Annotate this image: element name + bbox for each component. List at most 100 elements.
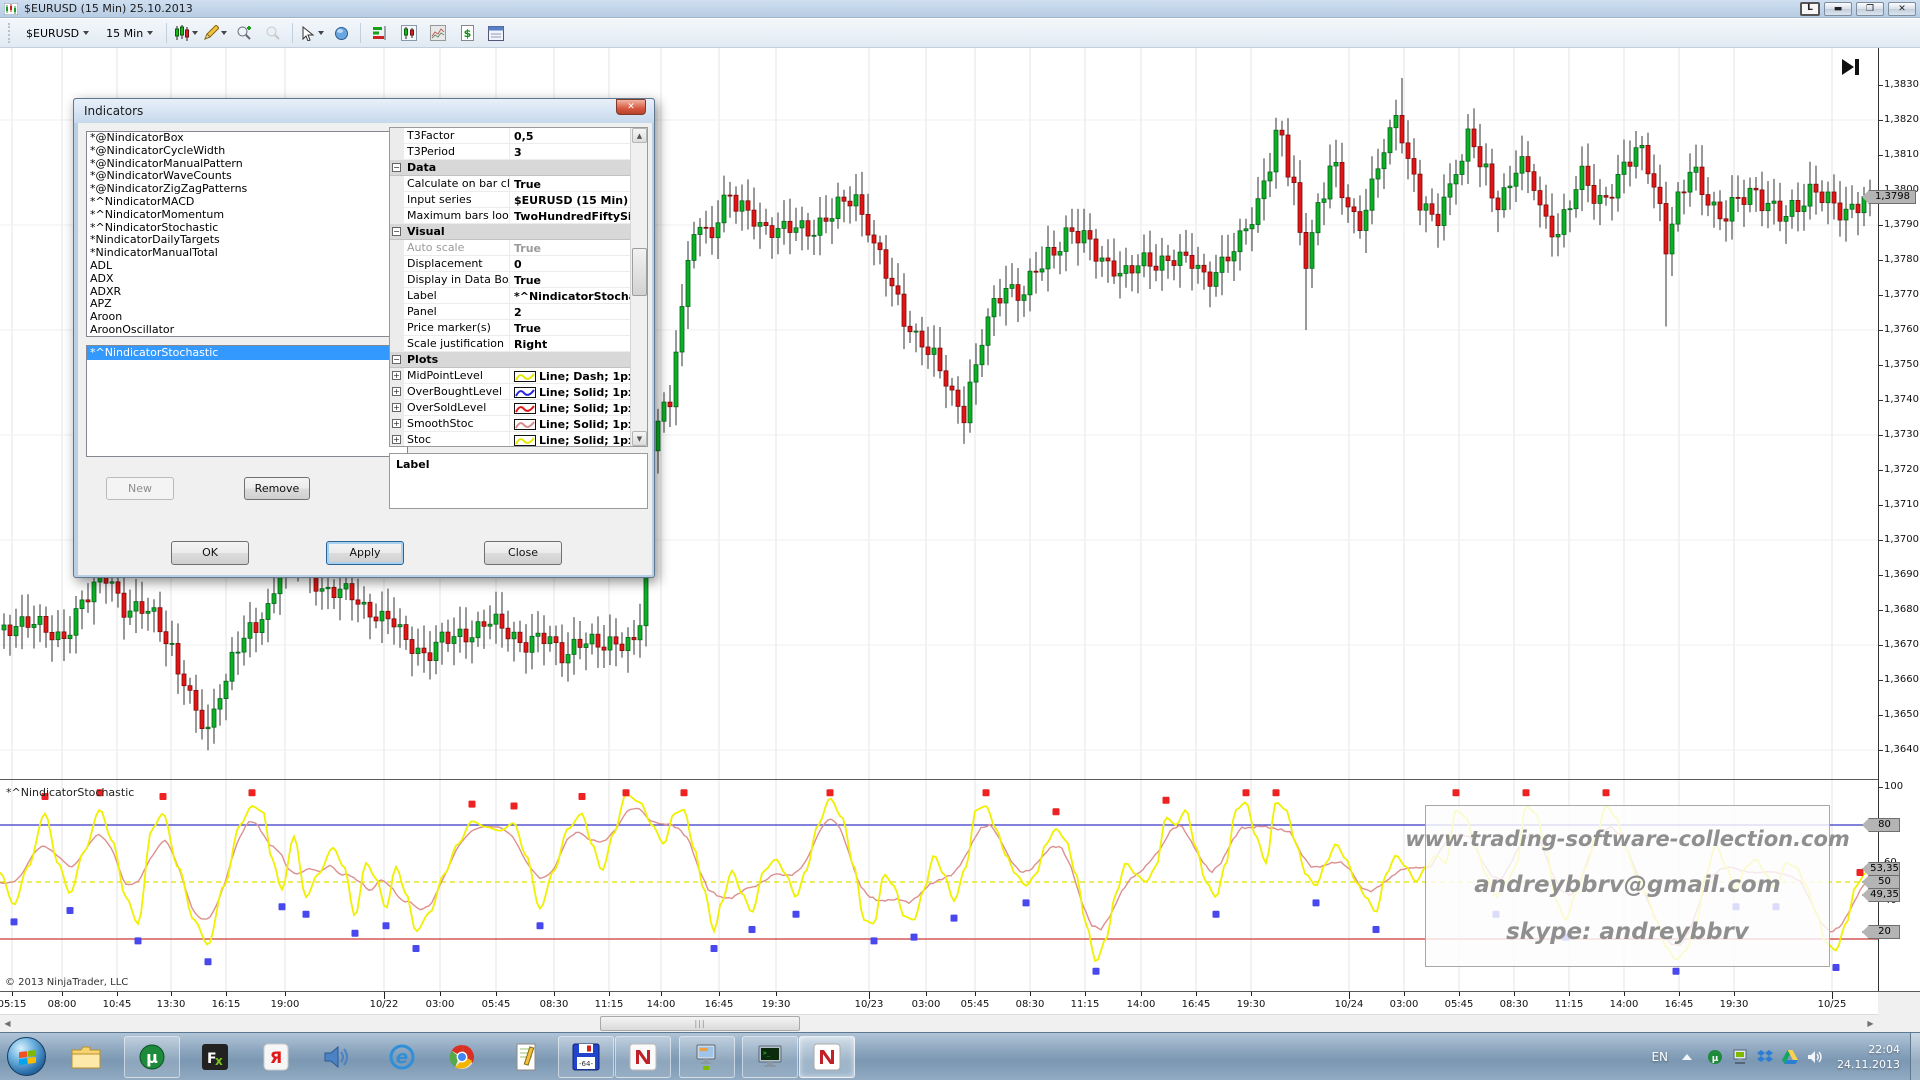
property-value[interactable]: True: [510, 320, 647, 335]
restore-button[interactable]: ❐: [1856, 2, 1884, 16]
minimize-button[interactable]: ▬: [1824, 2, 1852, 16]
selected-indicator-item[interactable]: *^NindicatorStochastic: [87, 346, 407, 360]
available-indicator-item[interactable]: APZ: [87, 298, 390, 311]
property-row[interactable]: Maximum bars look backTwoHundredFiftySix: [390, 208, 647, 224]
taskbar-save-app[interactable]: -64-: [558, 1036, 614, 1078]
apply-button[interactable]: Apply: [326, 541, 404, 565]
zoom-in-button[interactable]: [231, 21, 257, 45]
region-chart-button[interactable]: [425, 21, 451, 45]
taskbar-utorrent[interactable]: µ: [124, 1036, 180, 1078]
data-box-button[interactable]: [483, 21, 509, 45]
property-row[interactable]: −Visual: [390, 224, 647, 240]
scroll-left-arrow[interactable]: ◀: [0, 1017, 15, 1031]
instrument-dropdown[interactable]: $EURUSD: [19, 23, 96, 44]
scrollbar-thumb[interactable]: [632, 248, 647, 296]
taskbar-fxl[interactable]: Fx: [187, 1036, 243, 1078]
grid-scrollbar[interactable]: ▲ ▼: [630, 128, 647, 446]
utorrent-tray-icon[interactable]: µ: [1706, 1048, 1724, 1066]
chart-style-button[interactable]: [173, 21, 199, 45]
toolbar-grip[interactable]: [8, 23, 12, 43]
price-axis[interactable]: 1,38301,38201,38101,38001,37901,37801,37…: [1878, 48, 1920, 991]
show-hidden-icons[interactable]: [1682, 1054, 1692, 1060]
taskbar-chrome[interactable]: [434, 1036, 490, 1078]
property-row[interactable]: Calculate on bar closeTrue: [390, 176, 647, 192]
market-depth-button[interactable]: [367, 21, 393, 45]
show-desktop-button[interactable]: [1910, 1033, 1920, 1080]
property-value[interactable]: 0,5: [510, 128, 647, 143]
interval-dropdown[interactable]: 15 Min: [99, 23, 160, 44]
available-indicator-item[interactable]: *@NindicatorCycleWidth: [87, 145, 390, 158]
property-value[interactable]: True: [510, 240, 647, 255]
language-indicator[interactable]: EN: [1651, 1050, 1668, 1064]
property-value[interactable]: 3: [510, 144, 647, 159]
collapse-icon[interactable]: −: [392, 163, 401, 172]
available-indicator-item[interactable]: *@NindicatorBox: [87, 132, 390, 145]
selected-indicators-list[interactable]: *^NindicatorStochastic: [86, 345, 408, 457]
global-crosshair-button[interactable]: [328, 21, 354, 45]
dialog-close-button[interactable]: ✕: [616, 99, 646, 115]
property-row[interactable]: Scale justificationRight: [390, 336, 647, 352]
start-button[interactable]: [7, 1037, 46, 1076]
property-value[interactable]: True: [510, 176, 647, 191]
collapse-icon[interactable]: −: [392, 355, 401, 364]
property-row[interactable]: +MidPointLevelLine; Dash; 1px: [390, 368, 647, 384]
google-drive-tray-icon[interactable]: [1781, 1048, 1799, 1066]
close-button[interactable]: Close: [484, 541, 562, 565]
horizontal-scrollbar[interactable]: ◀ ▶: [0, 1014, 1878, 1032]
fundamental-data-button[interactable]: $: [454, 21, 480, 45]
expand-icon[interactable]: +: [392, 387, 401, 396]
property-value[interactable]: Line; Solid; 1px: [510, 416, 647, 431]
scroll-up-arrow[interactable]: ▲: [632, 128, 647, 143]
property-value[interactable]: 0: [510, 256, 647, 271]
available-indicators-list[interactable]: *@NindicatorBox*@NindicatorCycleWidth*@N…: [86, 131, 408, 337]
indicator-properties-grid[interactable]: T3Factor0,5T3Period3−DataCalculate on ba…: [389, 127, 648, 447]
property-value[interactable]: $EURUSD (15 Min): [510, 192, 647, 207]
expand-icon[interactable]: +: [392, 371, 401, 380]
ok-button[interactable]: OK: [171, 541, 249, 565]
new-button[interactable]: New: [106, 477, 174, 500]
property-row[interactable]: T3Period3: [390, 144, 647, 160]
expand-icon[interactable]: +: [392, 419, 401, 428]
property-value[interactable]: True: [510, 272, 647, 287]
close-button[interactable]: ✕: [1888, 2, 1916, 16]
expand-icon[interactable]: +: [392, 435, 401, 444]
property-value[interactable]: Line; Solid; 1px: [510, 432, 647, 447]
taskbar-yandex[interactable]: Я: [248, 1036, 304, 1078]
available-indicator-item[interactable]: *NindicatorManualTotal: [87, 247, 390, 260]
chart-trader-button[interactable]: [396, 21, 422, 45]
dropbox-tray-icon[interactable]: [1756, 1048, 1774, 1066]
taskbar-ie[interactable]: e: [374, 1036, 430, 1078]
scroll-down-arrow[interactable]: ▼: [632, 431, 647, 446]
property-value[interactable]: Line; Solid; 1px: [510, 384, 647, 399]
property-row[interactable]: Display in Data BoxTrue: [390, 272, 647, 288]
property-row[interactable]: −Plots: [390, 352, 647, 368]
taskbar-terminal[interactable]: >_: [742, 1036, 798, 1078]
available-indicator-item[interactable]: AroonOscillator: [87, 324, 390, 337]
cursor-mode-button[interactable]: [299, 21, 325, 45]
jump-to-latest-icon[interactable]: [1840, 58, 1862, 76]
volume-tray-icon[interactable]: [1806, 1048, 1824, 1066]
indicators-dialog[interactable]: Indicators ✕ *@NindicatorBox*@Nindicator…: [73, 98, 655, 578]
property-row[interactable]: +SmoothStocLine; Solid; 1px: [390, 416, 647, 432]
taskbar-ninjatrader-active[interactable]: [799, 1036, 855, 1078]
property-row[interactable]: Label*^NindicatorStochastic: [390, 288, 647, 304]
link-window-button[interactable]: L: [1800, 2, 1820, 16]
property-row[interactable]: T3Factor0,5: [390, 128, 647, 144]
property-row[interactable]: Displacement0: [390, 256, 647, 272]
time-axis[interactable]: 05:1508:0010:4513:3016:1519:0010/2203:00…: [0, 992, 1878, 1014]
property-row[interactable]: Input series$EURUSD (15 Min): [390, 192, 647, 208]
collapse-icon[interactable]: −: [392, 227, 401, 236]
property-row[interactable]: Auto scaleTrue: [390, 240, 647, 256]
property-row[interactable]: +StocLine; Solid; 1px: [390, 432, 647, 447]
expand-icon[interactable]: +: [392, 403, 401, 412]
taskbar-ninjatrader[interactable]: [615, 1036, 671, 1078]
available-indicator-item[interactable]: ADL: [87, 260, 390, 273]
property-value[interactable]: Line; Dash; 1px: [510, 368, 647, 383]
property-row[interactable]: Panel2: [390, 304, 647, 320]
zoom-out-button[interactable]: [260, 21, 286, 45]
available-indicator-item[interactable]: *^NindicatorMACD: [87, 196, 390, 209]
window-titlebar[interactable]: $EURUSD (15 Min) 25.10.2013 L ▬ ❐ ✕: [0, 0, 1920, 18]
property-row[interactable]: Price marker(s)True: [390, 320, 647, 336]
scrollbar-thumb[interactable]: [600, 1016, 800, 1031]
panel-separator[interactable]: [0, 779, 1920, 780]
